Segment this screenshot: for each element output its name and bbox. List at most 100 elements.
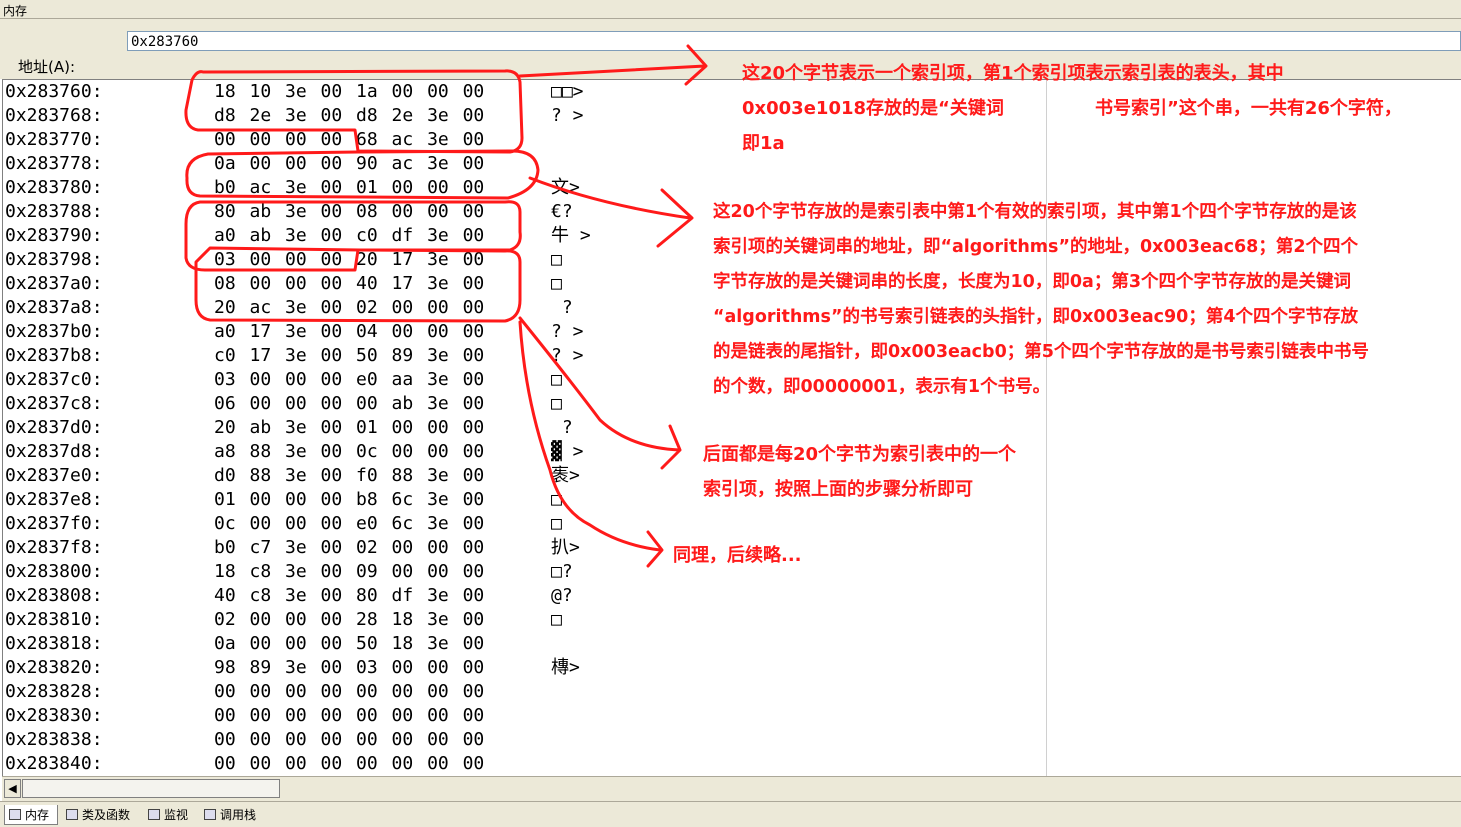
row-bytes: 0a 00 00 00 50 18 3e 00 bbox=[214, 633, 485, 654]
memory-row: 0x283810: 02 00 00 00 28 18 3e 00 □ bbox=[3, 608, 1043, 632]
row-bytes: 18 c8 3e 00 09 00 00 00 bbox=[214, 561, 485, 582]
row-address: 0x283768: bbox=[5, 105, 103, 126]
row-address: 0x283818: bbox=[5, 633, 103, 654]
row-address: 0x2837a0: bbox=[5, 273, 103, 294]
row-address: 0x283798: bbox=[5, 249, 103, 270]
row-ascii: □ bbox=[551, 513, 562, 534]
memory-row: 0x2837f0: 0c 00 00 00 e0 6c 3e 00 □ bbox=[3, 512, 1043, 536]
row-ascii: 扒> bbox=[551, 537, 580, 558]
row-bytes: 03 00 00 00 e0 aa 3e 00 bbox=[214, 369, 485, 390]
row-address: 0x283840: bbox=[5, 753, 103, 774]
address-input[interactable]: 0x283760 bbox=[127, 31, 1461, 51]
row-ascii: □? bbox=[551, 561, 573, 582]
row-address: 0x2837e0: bbox=[5, 465, 103, 486]
memory-row: 0x2837f8: b0 c7 3e 00 02 00 00 00 扒> bbox=[3, 536, 1043, 560]
classes-icon bbox=[66, 809, 78, 820]
row-bytes: d8 2e 3e 00 d8 2e 3e 00 bbox=[214, 105, 485, 126]
address-label: 地址(A): bbox=[18, 58, 76, 76]
row-bytes: 01 00 00 00 b8 6c 3e 00 bbox=[214, 489, 485, 510]
tab-classes-functions[interactable]: 类及函数 bbox=[62, 805, 140, 825]
row-bytes: 80 ab 3e 00 08 00 00 00 bbox=[214, 201, 485, 222]
row-bytes: 00 00 00 00 00 00 00 00 bbox=[214, 681, 485, 702]
column-divider bbox=[1046, 80, 1047, 777]
row-ascii: 牛 > bbox=[551, 225, 591, 246]
annotation-rest-omitted: 同理，后续略... bbox=[673, 545, 802, 566]
row-bytes: 03 00 00 00 20 17 3e 00 bbox=[214, 249, 485, 270]
row-bytes: 40 c8 3e 00 80 df 3e 00 bbox=[214, 585, 485, 606]
memory-row: 0x283828: 00 00 00 00 00 00 00 00 bbox=[3, 680, 1043, 704]
scroll-left-icon[interactable]: ◀ bbox=[4, 779, 21, 798]
memory-row: 0x283840: 00 00 00 00 00 00 00 00 bbox=[3, 752, 1043, 776]
row-bytes: 00 00 00 00 00 00 00 00 bbox=[214, 729, 485, 750]
memory-row: 0x283808: 40 c8 3e 00 80 df 3e 00 @? bbox=[3, 584, 1043, 608]
window-title-bar: 内存 bbox=[0, 0, 1461, 19]
row-ascii: □ bbox=[551, 489, 562, 510]
row-bytes: d0 88 3e 00 f0 88 3e 00 bbox=[214, 465, 485, 486]
memory-row: 0x283818: 0a 00 00 00 50 18 3e 00 bbox=[3, 632, 1043, 656]
row-ascii: @? bbox=[551, 585, 573, 606]
memory-row: 0x283820: 98 89 3e 00 03 00 00 00 槫> bbox=[3, 656, 1043, 680]
row-bytes: c0 17 3e 00 50 89 3e 00 bbox=[214, 345, 485, 366]
row-bytes: 00 00 00 00 00 00 00 00 bbox=[214, 705, 485, 726]
row-ascii: 槫> bbox=[551, 657, 580, 678]
row-ascii: ? bbox=[551, 297, 573, 318]
row-bytes: 00 00 00 00 00 00 00 00 bbox=[214, 753, 485, 774]
row-address: 0x2837b0: bbox=[5, 321, 103, 342]
horizontal-scrollbar[interactable]: ◀ bbox=[2, 776, 1461, 801]
row-ascii: ? > bbox=[551, 321, 584, 342]
row-bytes: 06 00 00 00 00 ab 3e 00 bbox=[214, 393, 485, 414]
tab-watch[interactable]: 监视 bbox=[144, 805, 196, 825]
row-address: 0x283770: bbox=[5, 129, 103, 150]
row-ascii: ? > bbox=[551, 345, 584, 366]
row-bytes: 18 10 3e 00 1a 00 00 00 bbox=[214, 81, 485, 102]
bottom-tab-bar: 内存 类及函数 监视 调用栈 bbox=[0, 801, 1461, 827]
row-ascii: □ bbox=[551, 369, 562, 390]
row-address: 0x2837a8: bbox=[5, 297, 103, 318]
row-address: 0x2837d8: bbox=[5, 441, 103, 462]
row-address: 0x283778: bbox=[5, 153, 103, 174]
memory-row: 0x283830: 00 00 00 00 00 00 00 00 bbox=[3, 704, 1043, 728]
row-address: 0x283800: bbox=[5, 561, 103, 582]
row-bytes: 20 ac 3e 00 02 00 00 00 bbox=[214, 297, 485, 318]
memory-icon bbox=[9, 809, 21, 820]
row-bytes: a8 88 3e 00 0c 00 00 00 bbox=[214, 441, 485, 462]
row-ascii: ▓ > bbox=[551, 441, 584, 462]
row-ascii: ? bbox=[551, 417, 573, 438]
annotation-following-entries: 后面都是每20个字节为索引表中的一个 索引项，按照上面的步骤分析即可 bbox=[703, 444, 1017, 500]
call-stack-icon bbox=[204, 809, 216, 820]
row-bytes: 02 00 00 00 28 18 3e 00 bbox=[214, 609, 485, 630]
row-bytes: 0a 00 00 00 90 ac 3e 00 bbox=[214, 153, 485, 174]
row-address: 0x283838: bbox=[5, 729, 103, 750]
row-address: 0x2837e8: bbox=[5, 489, 103, 510]
row-ascii: €? bbox=[551, 201, 573, 222]
row-ascii: 文> bbox=[551, 177, 580, 198]
row-address: 0x283790: bbox=[5, 225, 103, 246]
window-title: 内存 bbox=[3, 4, 28, 18]
scroll-thumb[interactable] bbox=[22, 779, 280, 798]
row-bytes: a0 ab 3e 00 c0 df 3e 00 bbox=[214, 225, 485, 246]
row-bytes: b0 ac 3e 00 01 00 00 00 bbox=[214, 177, 485, 198]
row-address: 0x2837f8: bbox=[5, 537, 103, 558]
row-address: 0x2837c0: bbox=[5, 369, 103, 390]
row-ascii: □ bbox=[551, 609, 562, 630]
memory-view[interactable]: 0x283760: 18 10 3e 00 1a 00 00 00 □□> 0x283… bbox=[2, 79, 1461, 777]
row-address: 0x2837d0: bbox=[5, 417, 103, 438]
row-ascii: □ bbox=[551, 393, 562, 414]
row-bytes: 98 89 3e 00 03 00 00 00 bbox=[214, 657, 485, 678]
row-address: 0x283828: bbox=[5, 681, 103, 702]
row-bytes: 0c 00 00 00 e0 6c 3e 00 bbox=[214, 513, 485, 534]
row-ascii: ? > bbox=[551, 105, 584, 126]
tab-call-stack[interactable]: 调用栈 bbox=[200, 805, 264, 825]
row-ascii: □□> bbox=[551, 81, 584, 102]
tab-memory[interactable]: 内存 bbox=[4, 805, 58, 825]
row-address: 0x283760: bbox=[5, 81, 103, 102]
row-address: 0x283810: bbox=[5, 609, 103, 630]
row-bytes: b0 c7 3e 00 02 00 00 00 bbox=[214, 537, 485, 558]
row-address: 0x2837f0: bbox=[5, 513, 103, 534]
row-address: 0x283808: bbox=[5, 585, 103, 606]
row-address: 0x283820: bbox=[5, 657, 103, 678]
row-ascii: 袠> bbox=[551, 465, 580, 486]
row-address: 0x283830: bbox=[5, 705, 103, 726]
row-bytes: 00 00 00 00 68 ac 3e 00 bbox=[214, 129, 485, 150]
row-bytes: a0 17 3e 00 04 00 00 00 bbox=[214, 321, 485, 342]
